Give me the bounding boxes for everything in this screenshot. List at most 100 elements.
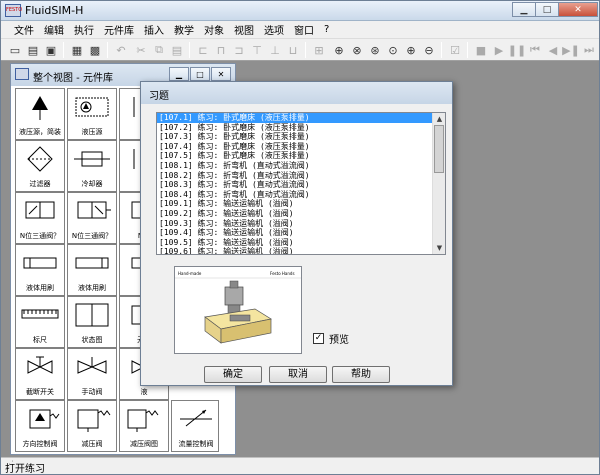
align-left-icon[interactable]: ⊏ bbox=[195, 42, 211, 58]
exercise-list-item[interactable]: [108.1] 练习: 折弯机 (直动式溢流阀) bbox=[157, 161, 445, 171]
library-cell[interactable]: 方向控制阀 bbox=[15, 400, 65, 452]
ok-button[interactable]: 确定 bbox=[204, 366, 262, 383]
dialog-title-bar[interactable]: 习题 bbox=[141, 82, 452, 104]
exercise-list-item[interactable]: [107.3] 练习: 卧式磨床 (液压泵排量) bbox=[157, 132, 445, 142]
library-cell[interactable]: 液压源，简装 bbox=[15, 88, 65, 140]
forward-icon[interactable]: ⏭ bbox=[581, 42, 597, 58]
menu-item-10[interactable]: ? bbox=[319, 24, 334, 35]
scroll-thumb[interactable] bbox=[434, 125, 444, 173]
stop-icon[interactable]: ■ bbox=[473, 42, 489, 58]
step-icon[interactable]: ▶❚ bbox=[562, 42, 580, 58]
check-icon[interactable]: ☑ bbox=[447, 42, 463, 58]
save-icon[interactable]: ▣ bbox=[43, 42, 59, 58]
toolbar: ▭ ▤ ▣ ▦ ▩ ↶ ✂ ⧉ ▤ ⊏ ⊓ ⊐ ⊤ ⊥ ⊔ ⊞ ⊕ ⊗ ⊛ ⊙ … bbox=[1, 39, 599, 61]
library-cell[interactable]: 流量控制阀 bbox=[171, 400, 219, 452]
menu-item-3[interactable]: 元件库 bbox=[99, 22, 139, 37]
component-symbol-icon bbox=[18, 403, 62, 435]
library-cell[interactable]: 液体用刷 bbox=[15, 244, 65, 296]
library-cell[interactable]: N位三通阀？ bbox=[15, 192, 65, 244]
align-top-icon[interactable]: ⊤ bbox=[249, 42, 265, 58]
exercise-list-item[interactable]: [107.4] 练习: 卧式磨床 (液压泵排量) bbox=[157, 142, 445, 152]
app-window: FESTO FluidSIM-H ▁ □ ✕ 文件 编辑 执行 元件库 插入 教学 对象 视图… bbox=[0, 0, 600, 475]
align-right-icon[interactable]: ⊐ bbox=[231, 42, 247, 58]
library-cell[interactable]: 状态图 bbox=[67, 296, 117, 348]
exercise-list-item[interactable]: [109.4] 练习: 输送运输机 (溢阀) bbox=[157, 228, 445, 238]
exercise-list-item[interactable]: [109.2] 练习: 输送运输机 (溢阀) bbox=[157, 209, 445, 219]
exercise-list-item[interactable]: [108.2] 练习: 折弯机 (直动式溢流阀) bbox=[157, 171, 445, 181]
zoom-in-icon[interactable]: ⊕ bbox=[403, 42, 419, 58]
preview-checkbox[interactable]: ✓ 预览 bbox=[313, 331, 349, 346]
exercise-list-item[interactable]: [109.6] 练习: 输送运输机 (溢阀) bbox=[157, 247, 445, 254]
exercise-list-item[interactable]: [107.2] 练习: 卧式磨床 (液压泵排量) bbox=[157, 123, 445, 133]
paste-icon[interactable]: ▤ bbox=[169, 42, 185, 58]
print-preview-icon[interactable]: ▦ bbox=[69, 42, 85, 58]
listbox-scrollbar[interactable]: ▲ ▼ bbox=[432, 113, 445, 254]
library-cell[interactable]: 液压源 bbox=[67, 88, 117, 140]
menu-item-0[interactable]: 文件 bbox=[9, 22, 39, 37]
menu-item-1[interactable]: 编辑 bbox=[39, 22, 69, 37]
component-symbol-icon bbox=[18, 195, 62, 227]
check-mark-icon[interactable]: ✓ bbox=[313, 333, 324, 344]
component-symbol-icon bbox=[18, 351, 62, 383]
zoom-window-icon[interactable]: ⊗ bbox=[349, 42, 365, 58]
exercise-list-item[interactable]: [109.3] 练习: 输送运输机 (溢阀) bbox=[157, 219, 445, 229]
open-folder-icon[interactable]: ▤ bbox=[25, 42, 41, 58]
library-cell[interactable]: 过滤器 bbox=[15, 140, 65, 192]
zoom-previous-icon[interactable]: ⊛ bbox=[367, 42, 383, 58]
component-symbol-icon bbox=[70, 351, 114, 383]
library-cell[interactable]: 液体用刷 bbox=[67, 244, 117, 296]
exercise-list-item[interactable]: [107.1] 练习: 卧式磨床 (液压泵排量) bbox=[157, 113, 445, 123]
menu-item-8[interactable]: 选项 bbox=[259, 22, 289, 37]
library-cell[interactable]: 冷却器 bbox=[67, 140, 117, 192]
rewind-icon[interactable]: ⏮ bbox=[527, 42, 543, 58]
library-cell[interactable]: N位三通阀？ bbox=[67, 192, 117, 244]
grid-icon[interactable]: ⊞ bbox=[311, 42, 327, 58]
library-cell[interactable]: 标尺 bbox=[15, 296, 65, 348]
new-file-icon[interactable]: ▭ bbox=[7, 42, 23, 58]
cancel-button[interactable]: 取消 bbox=[269, 366, 327, 383]
menu-item-5[interactable]: 教学 bbox=[169, 22, 199, 37]
component-symbol-icon bbox=[174, 403, 218, 435]
zoom-fit-icon[interactable]: ⊕ bbox=[331, 42, 347, 58]
exercise-list-item[interactable]: [109.5] 练习: 输送运输机 (溢阀) bbox=[157, 238, 445, 248]
library-close-button[interactable]: ✕ bbox=[211, 67, 231, 81]
library-maximize-button[interactable]: □ bbox=[190, 67, 210, 81]
menu-item-9[interactable]: 窗口 bbox=[289, 22, 319, 37]
scroll-down-icon[interactable]: ▼ bbox=[433, 242, 445, 254]
align-bottom-icon[interactable]: ⊔ bbox=[285, 42, 301, 58]
menu-item-4[interactable]: 插入 bbox=[139, 22, 169, 37]
cut-icon[interactable]: ✂ bbox=[133, 42, 149, 58]
align-middle-icon[interactable]: ⊥ bbox=[267, 42, 283, 58]
exercise-list-item[interactable]: [107.5] 练习: 卧式磨床 (液压泵排量) bbox=[157, 151, 445, 161]
pause-icon[interactable]: ❚❚ bbox=[508, 42, 526, 58]
library-cell[interactable]: 截断开关 bbox=[15, 348, 65, 400]
align-center-icon[interactable]: ⊓ bbox=[213, 42, 229, 58]
step-back-icon[interactable]: ◀ bbox=[545, 42, 561, 58]
exercise-list-item[interactable]: [109.1] 练习: 输送运输机 (溢阀) bbox=[157, 199, 445, 209]
library-cell[interactable]: 减压阀 bbox=[67, 400, 117, 452]
zoom-out-icon[interactable]: ⊖ bbox=[421, 42, 437, 58]
library-cell[interactable]: 减压阀图 bbox=[119, 400, 169, 452]
minimize-button[interactable]: ▁ bbox=[512, 2, 536, 17]
resize-grip-icon[interactable]: ⋰ bbox=[5, 460, 596, 470]
print-icon[interactable]: ▩ bbox=[87, 42, 103, 58]
copy-icon[interactable]: ⧉ bbox=[151, 42, 167, 58]
close-button[interactable]: ✕ bbox=[558, 2, 598, 17]
undo-icon[interactable]: ↶ bbox=[113, 42, 129, 58]
help-button[interactable]: 帮助 bbox=[332, 366, 390, 383]
exercise-list-item[interactable]: [108.3] 练习: 折弯机 (直动式溢流阀) bbox=[157, 180, 445, 190]
library-cell[interactable]: 手动阀 bbox=[67, 348, 117, 400]
exercise-listbox[interactable]: [107.1] 练习: 卧式磨床 (液压泵排量) [107.2] 练习: 卧式磨床… bbox=[156, 112, 446, 255]
menu-item-7[interactable]: 视图 bbox=[229, 22, 259, 37]
maximize-button[interactable]: □ bbox=[535, 2, 559, 17]
status-bar: 打开练习 ⋰ bbox=[1, 457, 599, 475]
component-label: 方向控制阀 bbox=[22, 440, 58, 448]
zoom-region-icon[interactable]: ⊙ bbox=[385, 42, 401, 58]
play-icon[interactable]: ▶ bbox=[491, 42, 507, 58]
menu-item-2[interactable]: 执行 bbox=[69, 22, 99, 37]
scroll-up-icon[interactable]: ▲ bbox=[433, 113, 445, 125]
library-minimize-button[interactable]: ▁ bbox=[169, 67, 189, 81]
exercise-list-item[interactable]: [108.4] 练习: 折弯机 (直动式溢流阀) bbox=[157, 190, 445, 200]
menu-item-6[interactable]: 对象 bbox=[199, 22, 229, 37]
component-label: 手动阀 bbox=[81, 388, 103, 396]
